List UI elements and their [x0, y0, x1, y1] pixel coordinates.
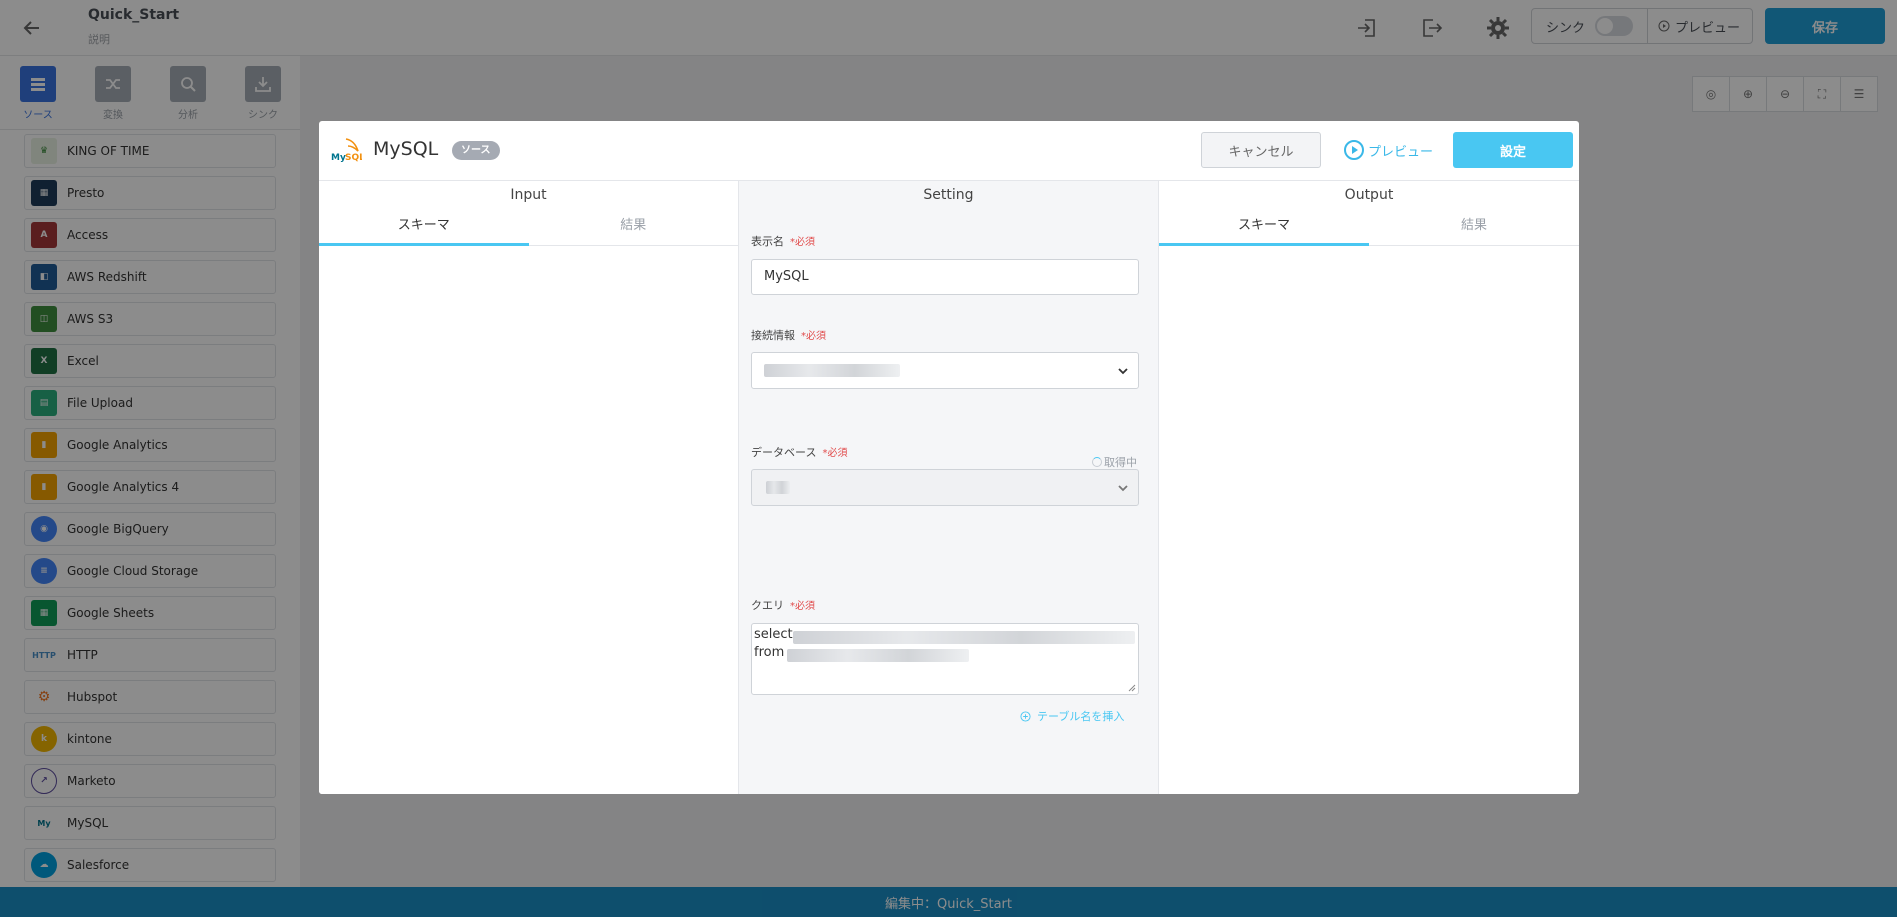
chevron-down-icon — [1118, 485, 1128, 492]
query-label-text: クエリ — [751, 599, 784, 612]
connection-select[interactable] — [751, 352, 1139, 389]
output-tabs: スキーマ 結果 — [1159, 212, 1579, 246]
display-name-label-text: 表示名 — [751, 235, 784, 248]
modal-header: MySQL MySQL ソース キャンセル プレビュー 設定 — [319, 121, 1579, 181]
preview-button[interactable]: プレビュー — [1343, 132, 1443, 168]
database-label: データベース *必須 — [751, 444, 847, 460]
redacted-value — [766, 481, 790, 494]
database-label-text: データベース — [751, 446, 817, 459]
modal-title: MySQL — [373, 138, 439, 160]
tab-input-result[interactable]: 結果 — [529, 212, 739, 246]
required-mark: *必須 — [801, 331, 826, 342]
required-mark: *必須 — [822, 448, 848, 459]
required-mark: *必須 — [790, 601, 815, 612]
loading-text: 取得中 — [1104, 456, 1137, 469]
display-name-label: 表示名 *必須 — [751, 233, 815, 249]
insert-table-name-link[interactable]: テーブル名を挿入 — [1020, 708, 1124, 724]
required-mark: *必須 — [790, 237, 815, 248]
input-tabs: スキーマ 結果 — [319, 212, 738, 246]
input-panel: Input スキーマ 結果 — [319, 181, 739, 794]
preview-label: プレビュー — [1368, 144, 1434, 160]
connection-label-text: 接続情報 — [751, 329, 795, 342]
tab-output-result[interactable]: 結果 — [1369, 212, 1579, 246]
loading-indicator: 取得中 — [1092, 454, 1137, 470]
display-name-input[interactable]: MySQL — [751, 259, 1139, 295]
query-line-from: from — [754, 645, 785, 660]
setting-heading: Setting — [923, 187, 974, 203]
svg-text:SQL: SQL — [345, 153, 362, 163]
connection-label: 接続情報 *必須 — [751, 327, 826, 343]
redacted-query-columns — [793, 631, 1135, 644]
component-type-badge: ソース — [452, 141, 500, 160]
setting-panel: Setting 表示名 *必須 MySQL 接続情報 *必須 取得中 データベース *… — [739, 181, 1159, 794]
query-line-select: select — [754, 627, 793, 642]
play-circle-icon — [1344, 140, 1364, 160]
redacted-query-table — [787, 649, 969, 662]
resize-handle-icon[interactable] — [1128, 684, 1136, 692]
redacted-value — [764, 364, 900, 377]
query-textarea[interactable]: select from — [751, 623, 1139, 695]
set-button[interactable]: 設定 — [1453, 132, 1573, 168]
insert-table-name-label: テーブル名を挿入 — [1037, 710, 1125, 723]
plus-circle-icon — [1020, 710, 1031, 722]
output-panel: Output スキーマ 結果 — [1159, 181, 1579, 794]
query-label: クエリ *必須 — [751, 597, 815, 613]
svg-text:My: My — [331, 153, 346, 163]
mysql-logo-icon: MySQL — [330, 137, 365, 163]
chevron-down-icon — [1118, 368, 1128, 375]
cancel-button[interactable]: キャンセル — [1201, 132, 1321, 168]
spinner-icon — [1092, 457, 1102, 467]
tab-input-schema[interactable]: スキーマ — [319, 212, 529, 246]
component-settings-modal: MySQL MySQL ソース キャンセル プレビュー 設定 Input スキー… — [319, 121, 1579, 794]
output-heading: Output — [1344, 187, 1394, 203]
input-heading: Input — [510, 187, 547, 203]
database-select[interactable] — [751, 469, 1139, 506]
tab-output-schema[interactable]: スキーマ — [1159, 212, 1369, 246]
